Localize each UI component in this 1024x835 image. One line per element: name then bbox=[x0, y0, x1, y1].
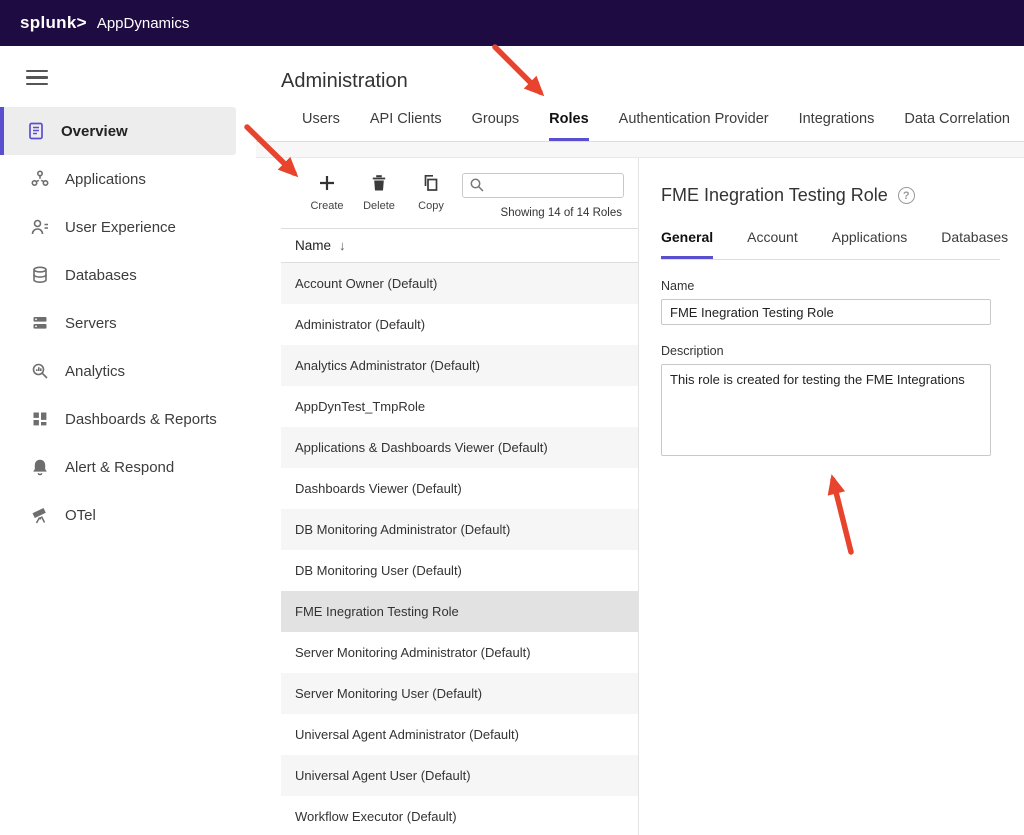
create-button-label: Create bbox=[310, 200, 343, 212]
table-row[interactable]: DB Monitoring User (Default) bbox=[281, 550, 638, 591]
sidebar-item-label: Overview bbox=[61, 123, 128, 140]
showing-count: Showing 14 of 14 Roles bbox=[462, 207, 624, 219]
tab-account[interactable]: Account bbox=[747, 229, 798, 259]
sort-desc-icon[interactable]: ↓ bbox=[339, 238, 346, 253]
tab-databases[interactable]: Databases bbox=[941, 229, 1008, 259]
sidebar-item-label: Applications bbox=[65, 171, 146, 188]
table-row[interactable]: Universal Agent Administrator (Default) bbox=[281, 714, 638, 755]
tab-groups[interactable]: Groups bbox=[472, 111, 520, 141]
role-description-textarea[interactable]: This role is created for testing the FME… bbox=[661, 364, 991, 456]
analytics-icon bbox=[30, 361, 50, 381]
page-title: Administration bbox=[256, 46, 1024, 93]
roles-table: Account Owner (Default) Administrator (D… bbox=[281, 263, 638, 835]
separator-band bbox=[256, 142, 1024, 158]
sidebar-item-databases[interactable]: Databases bbox=[0, 251, 236, 299]
hamburger-icon[interactable] bbox=[26, 70, 48, 85]
tab-general[interactable]: General bbox=[661, 229, 713, 259]
copy-button-label: Copy bbox=[418, 200, 444, 212]
table-row[interactable]: Analytics Administrator (Default) bbox=[281, 345, 638, 386]
dashboards-icon bbox=[30, 409, 50, 429]
tab-api-clients[interactable]: API Clients bbox=[370, 111, 442, 141]
role-detail-panel: FME Inegration Testing Role ? General Ac… bbox=[639, 158, 1024, 835]
table-row[interactable]: Applications & Dashboards Viewer (Defaul… bbox=[281, 427, 638, 468]
admin-tabs: Users API Clients Groups Roles Authentic… bbox=[256, 93, 1024, 142]
sidebar-item-label: Dashboards & Reports bbox=[65, 411, 217, 428]
tab-applications[interactable]: Applications bbox=[832, 229, 908, 259]
overview-icon bbox=[26, 121, 46, 141]
tab-authentication-provider[interactable]: Authentication Provider bbox=[619, 111, 769, 141]
sidebar-item-overview[interactable]: Overview bbox=[0, 107, 236, 155]
table-row[interactable]: AppDynTest_TmpRole bbox=[281, 386, 638, 427]
roles-list-panel: Create Delete Copy bbox=[281, 158, 639, 835]
product-name: AppDynamics bbox=[97, 15, 190, 32]
description-field-label: Description bbox=[661, 344, 1000, 358]
trash-icon bbox=[369, 173, 389, 196]
create-button[interactable]: Create bbox=[305, 173, 349, 212]
table-row[interactable]: Server Monitoring Administrator (Default… bbox=[281, 632, 638, 673]
table-row[interactable]: Server Monitoring User (Default) bbox=[281, 673, 638, 714]
name-field-label: Name bbox=[661, 279, 1000, 293]
sidebar: Overview Applications User Experience Da… bbox=[0, 46, 256, 835]
sidebar-item-label: Databases bbox=[65, 267, 137, 284]
app-window: splunk> AppDynamics Overview Application… bbox=[0, 0, 1024, 835]
tab-integrations[interactable]: Integrations bbox=[799, 111, 875, 141]
role-name-input[interactable] bbox=[661, 299, 991, 325]
database-icon bbox=[30, 265, 50, 285]
sidebar-item-alert-respond[interactable]: Alert & Respond bbox=[0, 443, 236, 491]
sidebar-item-label: Servers bbox=[65, 315, 117, 332]
copy-icon bbox=[421, 173, 441, 196]
name-column-header: Name bbox=[295, 238, 331, 253]
table-row-selected[interactable]: FME Inegration Testing Role bbox=[281, 591, 638, 632]
splunk-logo: splunk> bbox=[20, 13, 87, 33]
sidebar-item-label: Alert & Respond bbox=[65, 459, 174, 476]
help-icon[interactable]: ? bbox=[898, 187, 915, 204]
applications-icon bbox=[30, 169, 50, 189]
table-row[interactable]: Universal Agent User (Default) bbox=[281, 755, 638, 796]
table-row[interactable]: DB Monitoring Administrator (Default) bbox=[281, 509, 638, 550]
tab-users[interactable]: Users bbox=[302, 111, 340, 141]
sidebar-item-dashboards-reports[interactable]: Dashboards & Reports bbox=[0, 395, 236, 443]
main-area: Administration Users API Clients Groups … bbox=[256, 46, 1024, 835]
server-icon bbox=[30, 313, 50, 333]
sidebar-item-applications[interactable]: Applications bbox=[0, 155, 236, 203]
sidebar-item-servers[interactable]: Servers bbox=[0, 299, 236, 347]
role-detail-title: FME Inegration Testing Role bbox=[661, 185, 888, 206]
copy-button[interactable]: Copy bbox=[409, 173, 453, 212]
tab-data-correlation[interactable]: Data Correlation bbox=[904, 111, 1010, 141]
roles-table-header: Name ↓ bbox=[281, 228, 638, 263]
roles-toolbar: Create Delete Copy bbox=[281, 158, 638, 228]
sidebar-item-otel[interactable]: OTel bbox=[0, 491, 236, 539]
table-row[interactable]: Administrator (Default) bbox=[281, 304, 638, 345]
sidebar-item-user-experience[interactable]: User Experience bbox=[0, 203, 236, 251]
table-row[interactable]: Account Owner (Default) bbox=[281, 263, 638, 304]
table-row[interactable]: Dashboards Viewer (Default) bbox=[281, 468, 638, 509]
top-bar: splunk> AppDynamics bbox=[0, 0, 1024, 46]
user-icon bbox=[30, 217, 50, 237]
sidebar-item-analytics[interactable]: Analytics bbox=[0, 347, 236, 395]
bell-icon bbox=[30, 457, 50, 477]
sidebar-item-label: OTel bbox=[65, 507, 96, 524]
roles-search-input[interactable] bbox=[462, 173, 624, 198]
telescope-icon bbox=[30, 505, 50, 525]
role-detail-tabs: General Account Applications Databases bbox=[661, 229, 1000, 260]
delete-button[interactable]: Delete bbox=[357, 173, 401, 212]
table-row[interactable]: Workflow Executor (Default) bbox=[281, 796, 638, 835]
plus-icon bbox=[317, 173, 337, 196]
delete-button-label: Delete bbox=[363, 200, 395, 212]
tab-roles[interactable]: Roles bbox=[549, 111, 589, 141]
sidebar-item-label: Analytics bbox=[65, 363, 125, 380]
sidebar-item-label: User Experience bbox=[65, 219, 176, 236]
